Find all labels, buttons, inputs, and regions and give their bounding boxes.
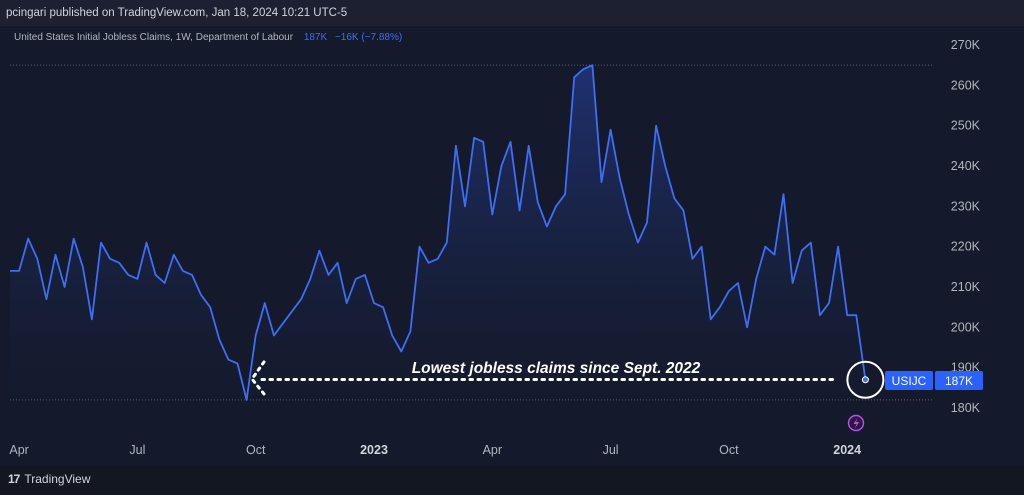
y-tick-label: 220K: [951, 240, 981, 254]
y-tick-label: 230K: [951, 199, 981, 213]
x-tick-label: Apr: [483, 443, 502, 457]
x-tick-label: Oct: [246, 443, 266, 457]
x-tick-label: 2024: [833, 443, 861, 457]
x-tick-label: Apr: [9, 443, 28, 457]
y-axis: 180K190K200K210K220K230K240K250K260K270K: [951, 38, 981, 415]
x-tick-label: Oct: [719, 443, 739, 457]
series-value: 187K: [303, 32, 328, 43]
series-change: −16K (−7.88%): [334, 32, 403, 43]
y-tick-label: 260K: [951, 78, 981, 92]
symbol-tag[interactable]: USIJC: [885, 371, 933, 390]
bottom-bar: [0, 466, 1024, 495]
x-axis: Apr Jul Oct 2023 Apr Jul Oct 2024: [9, 443, 861, 457]
y-tick-label: 210K: [951, 280, 981, 294]
tradingview-logo[interactable]: 17 TradingView: [8, 472, 90, 486]
symbol-tag-label: USIJC: [892, 374, 927, 388]
y-tick-label: 200K: [951, 320, 981, 334]
tradingview-logo-icon: 17: [8, 472, 20, 486]
annotation-text: Lowest jobless claims since Sept. 2022: [412, 360, 701, 377]
y-tick-label: 250K: [951, 119, 981, 133]
chart-legend: United States Initial Jobless Claims, 1W…: [14, 32, 402, 43]
y-tick-label: 240K: [951, 159, 981, 173]
jobless-claims-chart[interactable]: 180K190K200K210K220K230K240K250K260K270K…: [0, 0, 1024, 495]
price-tag: 187K: [935, 371, 983, 390]
last-value-dot: [861, 376, 869, 384]
x-tick-label: Jul: [603, 443, 619, 457]
y-tick-label: 180K: [951, 401, 981, 415]
x-tick-label: 2023: [360, 443, 388, 457]
event-icon[interactable]: [847, 414, 865, 432]
x-tick-label: Jul: [129, 443, 145, 457]
tradingview-brand: TradingView: [24, 472, 91, 486]
price-tag-label: 187K: [945, 374, 973, 388]
series-title: United States Initial Jobless Claims, 1W…: [14, 32, 294, 43]
y-tick-label: 270K: [951, 38, 981, 52]
